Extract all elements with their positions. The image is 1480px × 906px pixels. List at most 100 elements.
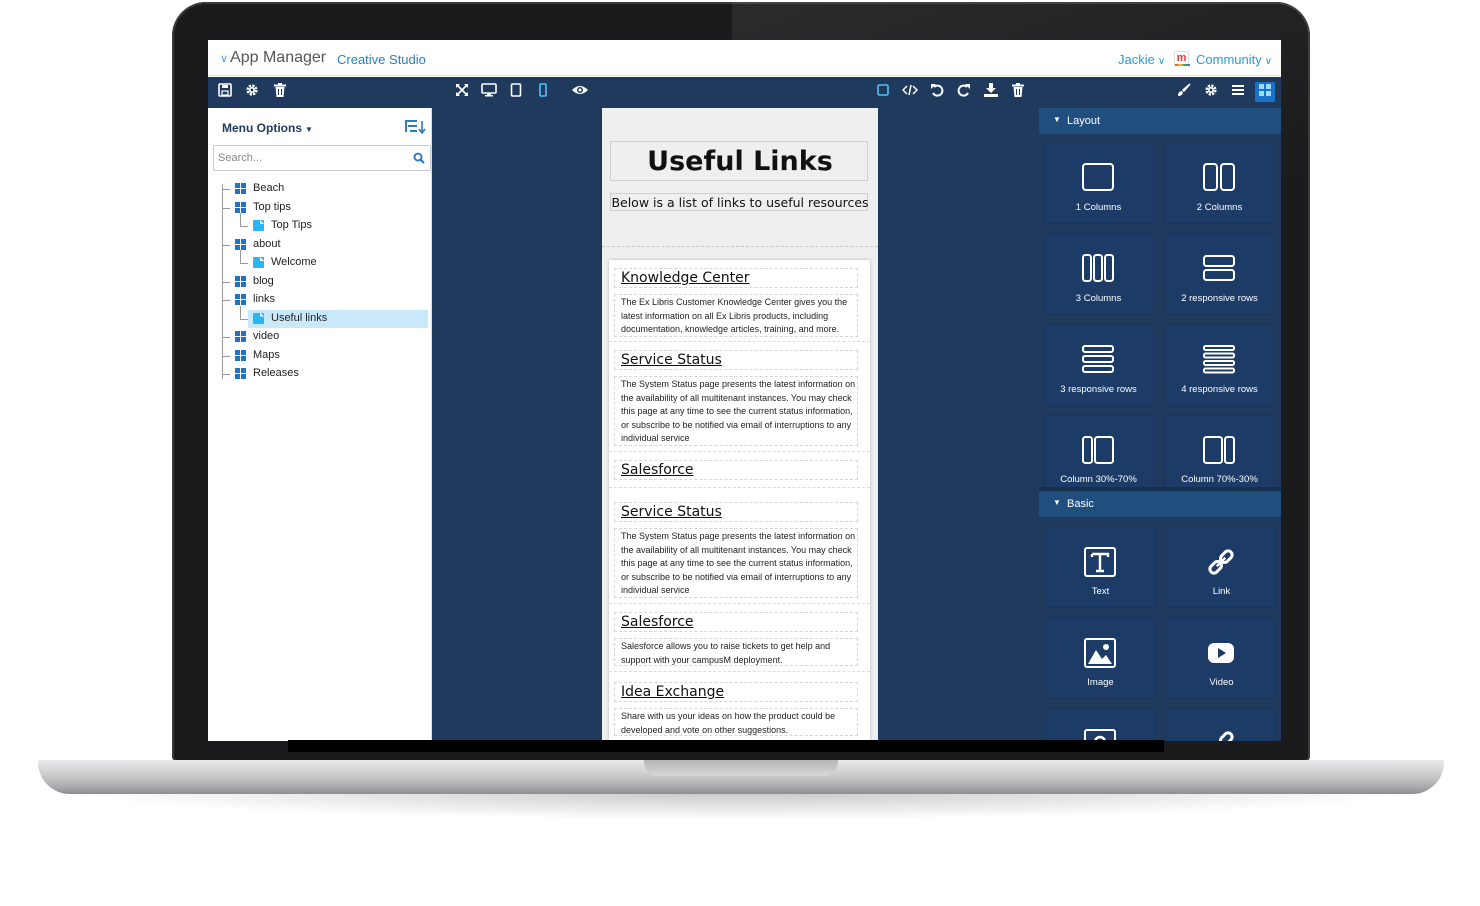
brush-icon[interactable] bbox=[1174, 82, 1194, 102]
tree-item-welcome[interactable]: Welcome bbox=[208, 250, 432, 273]
menu-options-dropdown[interactable]: Menu Options ▼ bbox=[222, 121, 313, 135]
fullscreen-icon[interactable] bbox=[452, 82, 472, 102]
tree-item-label: video bbox=[253, 330, 280, 342]
tree-item-links[interactable]: links bbox=[208, 291, 432, 310]
chevron-down-icon: ∨ bbox=[1264, 56, 1273, 67]
gear-icon[interactable] bbox=[1201, 82, 1221, 102]
search-input[interactable] bbox=[218, 149, 406, 167]
eye-icon[interactable] bbox=[570, 82, 590, 102]
block-video[interactable]: Video bbox=[1167, 618, 1276, 698]
block-link-button[interactable] bbox=[1167, 709, 1276, 741]
link-body-box[interactable]: Share with us your ideas on how the prod… bbox=[614, 708, 858, 736]
section-icon bbox=[235, 238, 246, 250]
community-label: Community bbox=[1196, 52, 1262, 67]
page-title[interactable]: Useful Links bbox=[611, 146, 869, 177]
link-body-box[interactable]: The Ex Libris Customer Knowledge Center … bbox=[614, 294, 858, 337]
link-title[interactable]: Service Status bbox=[621, 504, 722, 520]
subtitle-block[interactable]: Below is a list of links to useful resou… bbox=[610, 193, 869, 211]
block-1-columns[interactable]: 1 Columns bbox=[1044, 143, 1153, 223]
link-card[interactable]: Salesforce bbox=[609, 452, 870, 488]
link-card[interactable]: Service Status The System Status page pr… bbox=[609, 494, 870, 604]
save-icon[interactable] bbox=[215, 82, 235, 102]
tree-connector bbox=[222, 207, 230, 209]
user-menu[interactable]: Jackie ∨ bbox=[1118, 52, 1165, 67]
app-title[interactable]: ∨ App Manager bbox=[220, 49, 326, 67]
link-card[interactable]: Salesforce Salesforce allows you to rais… bbox=[609, 604, 870, 672]
block-column-30-70[interactable]: Column 30%-70% bbox=[1044, 416, 1153, 487]
block-image[interactable]: Image bbox=[1046, 618, 1155, 698]
link-title[interactable]: Salesforce bbox=[621, 614, 694, 630]
section-divider bbox=[602, 246, 878, 247]
block-3-columns[interactable]: 3 Columns bbox=[1044, 234, 1153, 314]
tree-connector bbox=[240, 226, 248, 227]
tree-item-releases[interactable]: Releases bbox=[208, 365, 432, 384]
block-2-columns[interactable]: 2 Columns bbox=[1165, 143, 1274, 223]
section-icon bbox=[235, 294, 246, 305]
page-subtitle[interactable]: Below is a list of links to useful resou… bbox=[611, 195, 869, 210]
link-body-box[interactable]: The System Status page presents the late… bbox=[614, 528, 858, 598]
link-title-box[interactable]: Service Status bbox=[614, 502, 858, 522]
block-2-responsive-rows[interactable]: 2 responsive rows bbox=[1165, 234, 1274, 314]
mobile-preview[interactable]: Useful Links Below is a list of links to… bbox=[602, 108, 878, 741]
code-icon[interactable] bbox=[900, 82, 920, 102]
link-title[interactable]: Knowledge Center bbox=[621, 270, 750, 286]
link-body-box[interactable]: The System Status page presents the late… bbox=[614, 376, 858, 446]
search-field[interactable] bbox=[213, 145, 431, 171]
block-text[interactable]: Text bbox=[1046, 527, 1155, 607]
link-body-box[interactable]: Salesforce allows you to raise tickets t… bbox=[614, 638, 858, 666]
basic-section-label: Basic bbox=[1067, 498, 1094, 510]
tree-item-blog[interactable]: blog bbox=[208, 273, 432, 292]
search-icon[interactable] bbox=[413, 151, 425, 165]
block-label: 1 Columns bbox=[1075, 202, 1122, 213]
section-icon bbox=[235, 368, 246, 379]
tablet-icon[interactable] bbox=[506, 82, 526, 102]
block-3-responsive-rows[interactable]: 3 responsive rows bbox=[1044, 325, 1153, 405]
tree-item-top-tips[interactable]: Top tips bbox=[208, 199, 432, 218]
community-menu[interactable]: Community ∨ bbox=[1196, 52, 1272, 67]
block-label: Image bbox=[1087, 677, 1114, 688]
link-title-box[interactable]: Knowledge Center bbox=[614, 268, 858, 288]
chevron-down-icon[interactable]: ∨ bbox=[220, 53, 228, 65]
tree-item-maps[interactable]: Maps bbox=[208, 347, 432, 366]
link-card[interactable]: Service Status The System Status page pr… bbox=[609, 342, 870, 452]
block-link[interactable]: Link bbox=[1167, 527, 1276, 607]
link-title-box[interactable]: Salesforce bbox=[614, 612, 858, 632]
link-card[interactable]: Idea Exchange Share with us your ideas o… bbox=[609, 672, 870, 741]
tree-item-about[interactable]: about bbox=[208, 236, 432, 255]
link-title-box[interactable]: Service Status bbox=[614, 350, 858, 370]
title-block[interactable]: Useful Links bbox=[610, 141, 868, 181]
link-card[interactable]: Knowledge Center The Ex Libris Customer … bbox=[609, 260, 870, 342]
undo-icon[interactable] bbox=[927, 82, 947, 102]
link-description: Salesforce allows you to raise tickets t… bbox=[621, 641, 831, 665]
link-title[interactable]: Salesforce bbox=[621, 462, 694, 478]
tree-item-top-tips-page[interactable]: Top Tips bbox=[208, 213, 432, 236]
link-description: Share with us your ideas on how the prod… bbox=[621, 711, 836, 735]
tree-item-beach[interactable]: Beach bbox=[208, 180, 432, 199]
tree-connector bbox=[240, 305, 241, 319]
sort-tree-icon[interactable] bbox=[405, 119, 427, 135]
tree-connector bbox=[222, 355, 230, 357]
block-4-responsive-rows[interactable]: 4 responsive rows bbox=[1165, 325, 1274, 405]
links-column[interactable]: Knowledge Center The Ex Libris Customer … bbox=[609, 260, 870, 741]
redo-icon[interactable] bbox=[954, 82, 974, 102]
block-column-70-30[interactable]: Column 70%-30% bbox=[1165, 416, 1274, 487]
link-title[interactable]: Service Status bbox=[621, 352, 722, 368]
mobile-icon[interactable] bbox=[533, 82, 553, 102]
block-map[interactable] bbox=[1046, 709, 1155, 741]
trash-icon[interactable] bbox=[270, 82, 290, 102]
trash-icon[interactable] bbox=[1008, 82, 1028, 102]
link-title[interactable]: Idea Exchange bbox=[621, 684, 724, 700]
layout-section-header[interactable]: ▼ Layout bbox=[1039, 108, 1281, 134]
select-box-icon[interactable] bbox=[873, 82, 893, 102]
tree-item-video[interactable]: video bbox=[208, 328, 432, 347]
desktop-icon[interactable] bbox=[479, 82, 499, 102]
tree-item-useful-links[interactable]: Useful links bbox=[208, 305, 432, 329]
link-title-box[interactable]: Salesforce bbox=[614, 460, 858, 480]
blocks-grid-icon[interactable] bbox=[1255, 82, 1275, 102]
tree-item-label: Beach bbox=[253, 182, 285, 194]
basic-section-header[interactable]: ▼ Basic bbox=[1039, 491, 1281, 517]
download-icon[interactable] bbox=[981, 82, 1001, 102]
link-title-box[interactable]: Idea Exchange bbox=[614, 682, 858, 702]
gear-icon[interactable] bbox=[242, 82, 262, 102]
hamburger-icon[interactable] bbox=[1228, 82, 1248, 102]
